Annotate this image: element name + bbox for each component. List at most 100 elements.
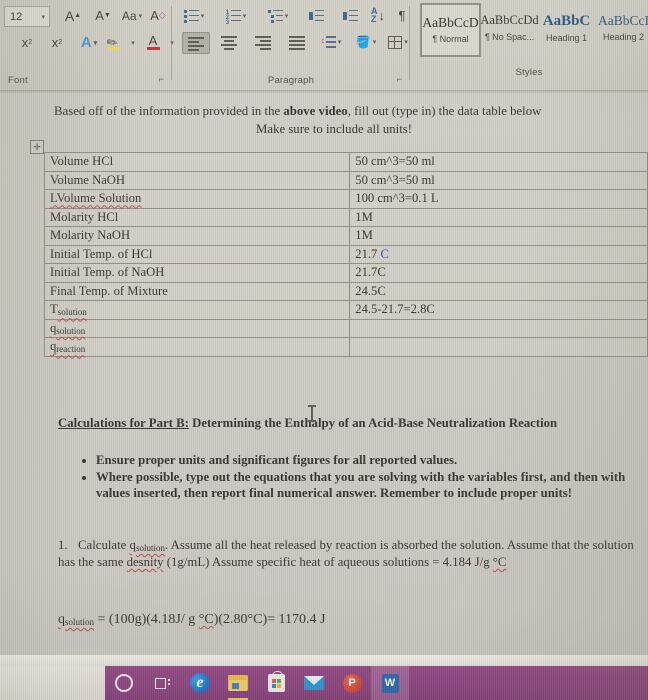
table-row[interactable]: qreaction (43, 337, 648, 357)
table-cell-label[interactable]: Tsolution (43, 300, 351, 320)
word-icon[interactable]: W (371, 666, 409, 700)
equation-rest-2: )(2.80°C)= 1170.4 J (213, 612, 326, 627)
degree-celsius-1: °C (492, 555, 507, 570)
edge-icon[interactable]: e (181, 666, 219, 700)
increase-indent-button[interactable] (340, 7, 360, 24)
cell-value-text: 1M (355, 209, 373, 224)
table-cell-value[interactable]: 100 cm^3=0.1 L (349, 189, 648, 209)
table-row[interactable]: qsolution (43, 318, 648, 338)
multilevel-caret-icon[interactable]: ▾ (285, 12, 289, 20)
table-cell-label[interactable]: Initial Temp. of NaOH (43, 263, 351, 283)
table-cell-label[interactable]: Initial Temp. of HCl (43, 244, 351, 264)
cortana-icon[interactable] (105, 666, 143, 700)
multilevel-list-button[interactable]: ▾ (266, 7, 290, 24)
style-item-heading-2[interactable]: AaBbCcI Heading 2 (595, 3, 648, 53)
table-row[interactable]: Final Temp. of Mixture 24.5C (43, 281, 648, 301)
borders-button[interactable]: ▾ (384, 32, 412, 52)
text-effects-button[interactable]: A ▾ (74, 33, 104, 52)
subscript-button[interactable]: x2 (16, 33, 38, 52)
style-name-heading-1: Heading 1 (545, 33, 588, 44)
align-center-button[interactable] (216, 32, 242, 52)
font-size-combo[interactable]: 12 ▾ (4, 6, 50, 27)
table-cell-label[interactable]: Molarity HCl (43, 207, 351, 227)
table-cell-label[interactable]: qsolution (43, 318, 351, 338)
bullets-caret-icon[interactable]: ▾ (201, 12, 205, 20)
microsoft-store-icon[interactable] (257, 666, 295, 700)
paragraph-dialog-launcher[interactable]: ⌐ (397, 74, 402, 84)
desktop-edge-strip (0, 655, 648, 666)
cell-value-text: 50 cm^3=50 ml (355, 154, 435, 169)
bullet-text: Where possible, type out the equations t… (96, 470, 626, 501)
bullets-button[interactable]: ▾ (182, 7, 206, 24)
intro-line-1a: Based off of the information provided in… (54, 104, 284, 118)
table-row[interactable]: Molarity NaOH 1M (43, 226, 648, 246)
shading-button[interactable]: 🪣 ▾ (352, 32, 380, 52)
table-cell-value[interactable] (349, 337, 648, 357)
table-cell-value[interactable]: 24.5C (349, 281, 648, 301)
numbering-button[interactable]: 123 ▾ (224, 7, 248, 26)
align-center-icon (221, 36, 237, 50)
shading-caret-icon[interactable]: ▾ (373, 38, 377, 46)
equation-q-subscript: solution (65, 617, 95, 627)
table-cell-value[interactable]: 50 cm^3=50 ml (349, 170, 648, 190)
table-cell-label[interactable]: Molarity NaOH (43, 226, 351, 246)
table-cell-label[interactable]: qreaction (43, 337, 351, 357)
table-row[interactable]: Initial Temp. of NaOH 21.7C (43, 263, 648, 283)
style-item-normal[interactable]: AaBbCcD ¶ Normal (420, 3, 481, 57)
table-cell-label[interactable]: Volume NaOH (43, 170, 351, 190)
table-row[interactable]: Initial Temp. of HCl 21.7 C (43, 244, 648, 264)
font-dialog-launcher[interactable]: ⌐ (159, 74, 164, 84)
style-item-heading-1[interactable]: AaBbC Heading 1 (538, 3, 595, 53)
line-spacing-caret-icon[interactable]: ▾ (338, 38, 342, 46)
numbering-caret-icon[interactable]: ▾ (243, 12, 247, 20)
borders-caret-icon[interactable]: ▾ (404, 38, 408, 46)
text-effects-caret-icon[interactable]: ▾ (94, 39, 98, 47)
document-canvas[interactable]: Based off of the information provided in… (0, 93, 648, 663)
text-highlight-button[interactable]: ✎ ▾ (104, 33, 136, 52)
intro-line-1b: , fill out (type in) the data table belo… (347, 104, 542, 118)
sort-button[interactable]: AZ ↓ (368, 6, 388, 25)
highlight-caret-icon[interactable]: ▾ (131, 39, 135, 47)
table-cell-value[interactable]: 1M (349, 207, 648, 227)
superscript-button[interactable]: x2 (46, 33, 68, 52)
align-right-button[interactable] (250, 32, 276, 52)
line-spacing-button[interactable]: ↕ ▾ (318, 32, 344, 52)
mail-icon[interactable] (295, 666, 333, 700)
file-explorer-icon[interactable] (219, 666, 257, 700)
table-row[interactable]: Volume HCl 50 cm^3=50 ml (43, 152, 648, 172)
clear-formatting-button[interactable]: A ◇ (147, 6, 169, 25)
grow-font-button[interactable]: A ▲ (62, 6, 84, 25)
change-case-caret-icon[interactable]: ▾ (139, 12, 143, 20)
table-cell-label[interactable]: Volume HCl (43, 152, 351, 172)
cell-label-text: Final Temp. of Mixture (50, 283, 168, 298)
table-row[interactable]: Molarity HCl 1M (43, 207, 648, 227)
justify-button[interactable] (284, 32, 310, 52)
show-formatting-marks-button[interactable]: ¶ (394, 6, 410, 25)
table-cell-value[interactable]: 21.7C (349, 263, 648, 283)
data-table[interactable]: Volume HCl 50 cm^3=50 ml Volume NaOH 50 … (43, 152, 648, 357)
table-cell-value[interactable] (349, 318, 648, 338)
subscript-sub: 2 (28, 39, 33, 46)
calculations-heading: Calculations for Part B: Determining the… (58, 416, 626, 432)
table-cell-value[interactable]: 50 cm^3=50 ml (349, 152, 648, 172)
font-size-caret-icon[interactable]: ▾ (41, 13, 49, 21)
cell-value-text: 1M (355, 228, 373, 243)
decrease-indent-button[interactable] (306, 7, 326, 24)
align-left-button[interactable] (182, 32, 210, 54)
font-color-button[interactable]: A (138, 33, 168, 52)
table-move-handle[interactable]: ✛ (30, 140, 44, 154)
table-cell-label[interactable]: Final Temp. of Mixture (43, 281, 351, 301)
shrink-font-button[interactable]: A ▼ (92, 6, 114, 25)
table-row[interactable]: Volume NaOH 50 cm^3=50 ml (43, 170, 648, 190)
table-cell-label[interactable]: LVolume Solution (43, 189, 351, 209)
table-cell-value[interactable]: 21.7 C (349, 244, 648, 264)
ribbon-group-label-styles: Styles (515, 67, 543, 78)
table-cell-value[interactable]: 24.5-21.7=2.8C (349, 300, 648, 320)
change-case-button[interactable]: Aa ▾ (118, 6, 146, 25)
task-view-icon[interactable] (143, 666, 181, 700)
table-row[interactable]: LVolume Solution 100 cm^3=0.1 L (43, 189, 648, 209)
table-row[interactable]: Tsolution 24.5-21.7=2.8C (43, 300, 648, 320)
powerpoint-icon[interactable]: P (333, 666, 371, 700)
style-item-no-spacing[interactable]: AaBbCcDd ¶ No Spac... (480, 3, 538, 53)
table-cell-value[interactable]: 1M (349, 226, 648, 246)
